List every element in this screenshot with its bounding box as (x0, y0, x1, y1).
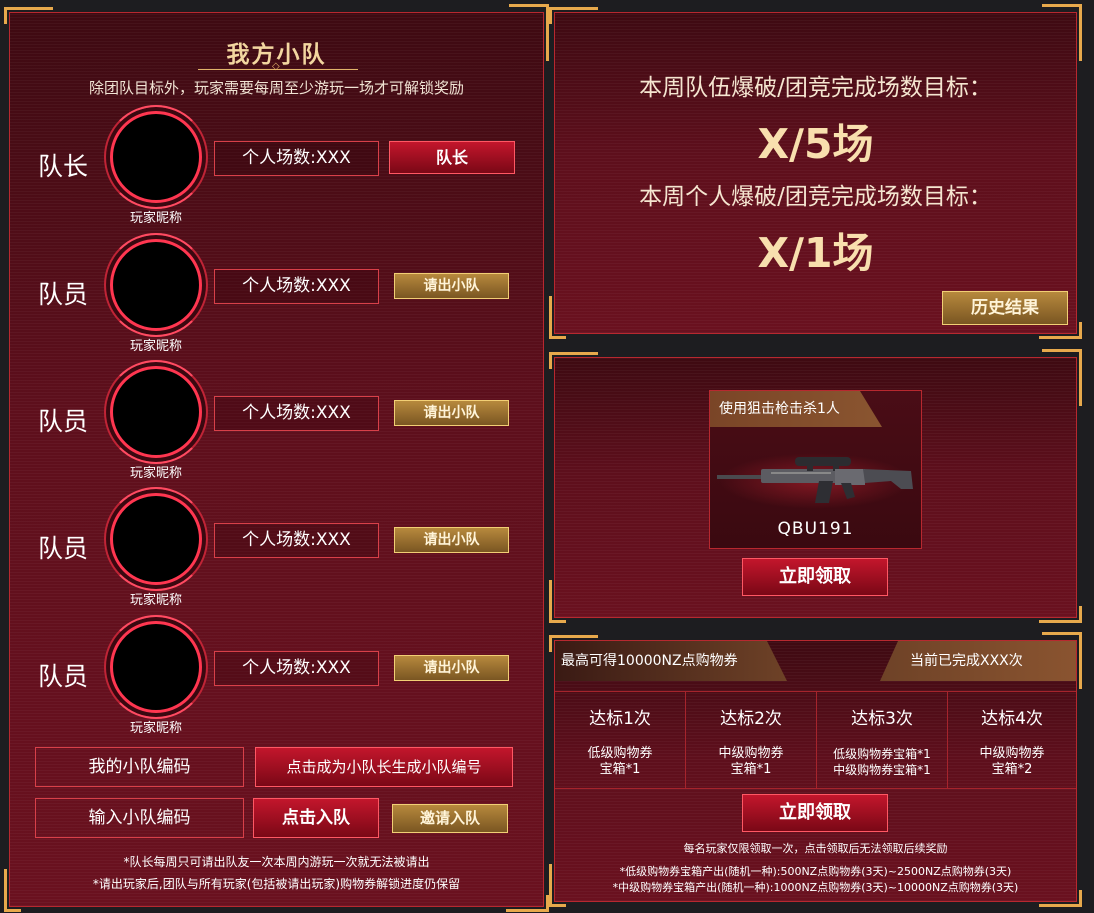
tier-cell: 达标4次 中级购物券 宝箱*2 (948, 692, 1076, 788)
tier-reward: 中级购物券 宝箱*1 (718, 746, 784, 777)
claim-tier-button[interactable]: 立即领取 (742, 794, 888, 832)
personal-goal-label: 本周个人爆破/团竞完成场数目标： (639, 184, 992, 210)
member-role: 队员 (38, 662, 89, 691)
tier-title: 达标4次 (981, 709, 1043, 729)
corner-decoration (1042, 349, 1082, 406)
corner-decoration (1042, 4, 1082, 61)
member-row: 队员 玩家昵称 个人场数:XXX 请出小队 (10, 233, 543, 359)
member-role: 队员 (38, 534, 89, 563)
corner-decoration (549, 580, 566, 623)
weapon-task-tag: 使用狙击枪击杀1人 (710, 391, 882, 427)
squad-subtitle: 除团队目标外，玩家需要每周至少游玩一场才可解锁奖励 (88, 79, 464, 97)
member-row: 队员 玩家昵称 个人场数:XXX 请出小队 (10, 487, 543, 613)
corner-decoration (506, 895, 549, 912)
member-nickname: 玩家昵称 (129, 211, 182, 226)
member-matches: 个人场数:XXX (214, 396, 379, 431)
member-matches: 个人场数:XXX (214, 269, 379, 304)
tier-title: 达标3次 (851, 709, 913, 729)
title-divider (198, 61, 358, 72)
max-reward-tag: 最高可得10000NZ点购物券 (555, 641, 787, 681)
squad-note: *队长每周只可请出队友一次本周内游玩一次就无法被请出 (123, 855, 430, 869)
member-nickname: 玩家昵称 (129, 593, 182, 608)
avatar[interactable] (104, 487, 208, 591)
tier-grid: 达标1次 低级购物券 宝箱*1 达标2次 中级购物券 宝箱*1 达标3次 低级购物券… (555, 691, 1076, 789)
member-role: 队员 (38, 407, 89, 436)
history-button[interactable]: 历史结果 (942, 291, 1068, 325)
kick-member-button[interactable]: 请出小队 (394, 400, 509, 426)
personal-goal-value: X/1场 (757, 229, 874, 277)
claim-weapon-button[interactable]: 立即领取 (742, 558, 888, 596)
corner-decoration (549, 296, 566, 339)
tier-note: 每名玩家仅限领取一次，点击领取后无法领取后续奖励 (683, 842, 948, 855)
member-matches: 个人场数:XXX (214, 523, 379, 558)
avatar[interactable] (104, 615, 208, 719)
kick-member-button[interactable]: 请出小队 (394, 273, 509, 299)
corner-decoration (1039, 606, 1082, 623)
avatar[interactable] (104, 105, 208, 209)
member-nickname: 玩家昵称 (129, 466, 182, 481)
tier-rewards-panel: 最高可得10000NZ点购物券 当前已完成XXX次 达标1次 低级购物券 宝箱*1… (549, 632, 1082, 907)
team-goal-label: 本周队伍爆破/团竞完成场数目标： (639, 75, 992, 101)
member-matches: 个人场数:XXX (214, 651, 379, 686)
corner-decoration (4, 7, 53, 24)
squad-code-input[interactable]: 输入小队编码 (35, 798, 244, 838)
member-nickname: 玩家昵称 (129, 721, 182, 736)
squad-note: *请出玩家后,团队与所有玩家(包括被请出玩家)购物券解锁进度仍保留 (92, 877, 461, 891)
join-squad-button[interactable]: 点击入队 (253, 798, 379, 838)
weapon-name: QBU191 (777, 519, 854, 539)
tier-reward: 低级购物券 宝箱*1 (587, 746, 653, 777)
tier-note: *中级购物券宝箱产出(随机一种):1000NZ点购物券(3天)~10000NZ点… (612, 881, 1019, 894)
tier-cell: 达标3次 低级购物券宝箱*1 中级购物券宝箱*1 (817, 692, 948, 788)
kick-member-button[interactable]: 请出小队 (394, 527, 509, 553)
generate-code-button[interactable]: 点击成为小队长生成小队编号 (255, 747, 513, 787)
tier-title: 达标2次 (720, 709, 782, 729)
corner-decoration (549, 352, 598, 369)
member-nickname: 玩家昵称 (129, 339, 182, 354)
member-row: 队员 玩家昵称 个人场数:XXX 请出小队 (10, 360, 543, 486)
corner-decoration (549, 7, 598, 24)
member-role: 队长 (38, 152, 89, 181)
tier-cell: 达标1次 低级购物券 宝箱*1 (555, 692, 686, 788)
avatar[interactable] (104, 233, 208, 337)
invite-button[interactable]: 邀请入队 (392, 804, 508, 833)
tier-cell: 达标2次 中级购物券 宝箱*1 (686, 692, 817, 788)
member-matches: 个人场数:XXX (214, 141, 379, 176)
tier-reward: 低级购物券宝箱*1 中级购物券宝箱*1 (833, 747, 931, 777)
team-goal-value: X/5场 (757, 120, 874, 168)
rifle-image (717, 453, 913, 509)
tier-reward: 中级购物券 宝箱*2 (979, 746, 1045, 777)
avatar[interactable] (104, 360, 208, 464)
member-role: 队员 (38, 280, 89, 309)
leader-badge-button[interactable]: 队长 (389, 141, 515, 174)
member-row-leader: 队长 玩家昵称 个人场数:XXX 队长 (10, 105, 543, 231)
member-row: 队员 玩家昵称 个人场数:XXX 请出小队 (10, 615, 543, 741)
progress-tag: 当前已完成XXX次 (880, 641, 1076, 681)
weapon-card: 使用狙击枪击杀1人 QBU191 (709, 390, 922, 549)
tier-note: *低级购物券宝箱产出(随机一种):500NZ点购物券(3天)~2500NZ点购物… (619, 865, 1012, 878)
tier-title: 达标1次 (589, 709, 651, 729)
kick-member-button[interactable]: 请出小队 (394, 655, 509, 681)
weekly-goals-panel: 本周队伍爆破/团竞完成场数目标： X/5场 本周个人爆破/团竞完成场数目标： X… (549, 4, 1082, 339)
my-squad-code-label: 我的小队编码 (35, 747, 244, 787)
weapon-reward-panel: 使用狙击枪击杀1人 QBU191 立即领取 (549, 349, 1082, 623)
squad-panel: 我方小队 除团队目标外，玩家需要每周至少游玩一场才可解锁奖励 队长 玩家昵称 个… (4, 4, 549, 912)
